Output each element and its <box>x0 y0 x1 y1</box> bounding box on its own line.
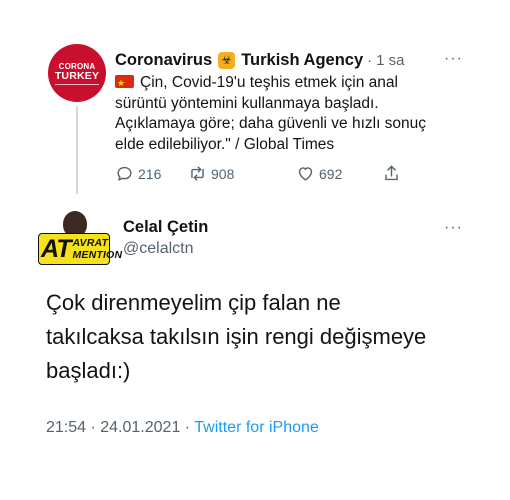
parent-separator: · <box>367 51 373 69</box>
main-more-icon[interactable]: ··· <box>444 219 463 237</box>
like-button[interactable]: 692 <box>296 164 342 183</box>
parent-tweet[interactable]: CORONA TURKEY Coronavirus ☣ Turkish Agen… <box>0 0 510 200</box>
main-author-handle[interactable]: @celalctn <box>123 240 194 258</box>
parent-text-line2: sürüntü yöntemini kullanmaya başladı. <box>115 94 379 112</box>
parent-text-line3: Açıklamaya göre; daha güvenli ve hızlı s… <box>115 115 427 132</box>
badge-at-text: AT <box>41 235 72 263</box>
main-tweet-text: Çok direnmeyelim çip falan ne takılcaksa… <box>46 286 486 388</box>
reply-icon <box>117 166 132 181</box>
share-button[interactable] <box>382 164 405 183</box>
retweet-icon <box>191 166 204 181</box>
parent-more-icon[interactable]: ··· <box>444 50 463 68</box>
main-author-name[interactable]: Celal Çetin <box>123 218 208 237</box>
parent-author-name-part1[interactable]: Coronavirus <box>115 51 212 70</box>
parent-author-name-part2[interactable]: Turkish Agency <box>241 51 363 70</box>
avatar-divider <box>55 83 99 85</box>
parent-header: Coronavirus ☣ Turkish Agency · 1 sa <box>115 49 405 71</box>
reply-count: 216 <box>138 165 162 182</box>
main-text-line3: başladı:) <box>46 358 131 383</box>
parent-tweet-text: Çin, Covid-19'u teşhis etmek için anal s… <box>115 73 475 155</box>
main-text-line1: Çok direnmeyelim çip falan ne <box>46 290 341 315</box>
heart-icon <box>298 167 313 181</box>
timestamp-separator: · <box>180 419 195 436</box>
parent-text-line4: elde edilebiliyor." / Global Times <box>115 135 335 153</box>
badge-words: AVRAT MENTION <box>72 237 122 261</box>
main-text-line2: takılcaksa takılsın işin rengi değişmeye <box>46 324 427 349</box>
parent-avatar[interactable]: CORONA TURKEY <box>48 44 106 102</box>
parent-action-bar: 216 908 692 <box>115 164 415 186</box>
share-icon <box>385 165 398 181</box>
parent-text-line1: Çin, Covid-19'u teşhis etmek için anal <box>140 74 398 91</box>
badge-word-mention: MENTION <box>72 249 123 261</box>
avrat-mention-badge: AT AVRAT MENTION <box>38 233 122 265</box>
china-flag-icon <box>115 73 134 94</box>
parent-time[interactable]: 1 sa <box>376 52 404 69</box>
thread-connector-line <box>76 106 78 194</box>
avatar-text-turkey: TURKEY <box>54 69 100 82</box>
retweet-count: 908 <box>211 165 235 182</box>
tweet-timestamp[interactable]: 21:54 · 24.01.2021 <box>46 419 180 436</box>
biohazard-icon: ☣ <box>218 51 236 69</box>
tweet-timestamp-row: 21:54 · 24.01.2021 · Twitter for iPhone <box>46 419 319 437</box>
reply-button[interactable]: 216 <box>115 164 161 183</box>
like-count: 692 <box>319 165 343 182</box>
tweet-source-link[interactable]: Twitter for iPhone <box>194 419 319 436</box>
badge-word-avrat: AVRAT <box>72 237 109 249</box>
retweet-button[interactable]: 908 <box>188 164 234 183</box>
